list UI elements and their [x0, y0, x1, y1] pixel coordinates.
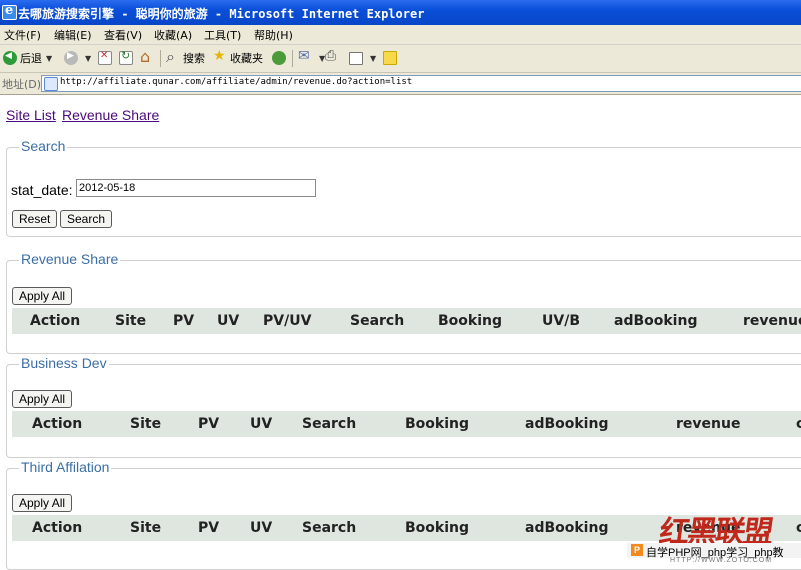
search-fieldset: Search stat_date: Reset Search: [6, 138, 801, 237]
apply-all-button[interactable]: Apply All: [12, 390, 73, 408]
column-header: revenue: [676, 416, 741, 432]
back-arrow-icon: [3, 51, 17, 65]
apply-all-button[interactable]: Apply All: [12, 287, 73, 305]
site-list-link[interactable]: Site List: [6, 107, 56, 123]
column-header: c: [796, 520, 801, 536]
business-dev-legend: Business Dev: [19, 355, 109, 371]
refresh-button[interactable]: [119, 49, 136, 67]
revenue-share-fieldset: Revenue Share Apply All Action Site PV U…: [6, 251, 801, 354]
window-title-bar[interactable]: 去哪旅游搜索引擎 - 聪明你的旅游 - Microsoft Internet E…: [0, 0, 801, 25]
column-header: Action: [32, 416, 83, 432]
column-header: Site: [130, 520, 162, 536]
column-header: PV/UV: [263, 313, 312, 329]
favorites-button[interactable]: 收藏夹: [213, 48, 263, 67]
home-icon: [140, 47, 154, 66]
search-label: 搜索: [183, 52, 205, 65]
column-header: Action: [32, 520, 83, 536]
forward-arrow-icon: [64, 51, 78, 65]
printer-icon: [325, 48, 339, 65]
reset-button[interactable]: Reset: [12, 210, 58, 228]
address-url[interactable]: http://affiliate.qunar.com/affiliate/adm…: [60, 77, 412, 87]
forward-button[interactable]: ▼: [64, 49, 91, 67]
column-header: Site: [115, 313, 147, 329]
column-header: Booking: [405, 520, 470, 536]
menu-help[interactable]: 帮助(H): [254, 27, 293, 43]
column-header: c: [796, 416, 801, 432]
address-input[interactable]: http://affiliate.qunar.com/affiliate/adm…: [41, 75, 801, 92]
address-label: 地址(D): [2, 78, 42, 91]
window-title: 去哪旅游搜索引擎 - 聪明你的旅游 - Microsoft Internet E…: [18, 7, 425, 21]
revenue-share-link[interactable]: Revenue Share: [62, 107, 159, 123]
menu-tools[interactable]: 工具(T): [204, 27, 241, 43]
column-header: Booking: [438, 313, 503, 329]
mail-icon: [298, 48, 312, 65]
stat-date-input[interactable]: [76, 179, 316, 197]
column-header: PV: [198, 416, 220, 432]
favorites-label: 收藏夹: [230, 52, 263, 65]
star-icon: [213, 48, 227, 65]
column-header: adBooking: [525, 520, 609, 536]
apply-all-button[interactable]: Apply All: [12, 494, 73, 512]
note-icon: [383, 51, 397, 65]
search-icon: [166, 47, 180, 67]
internet-explorer-icon: [2, 3, 17, 20]
column-header: UV: [250, 520, 273, 536]
column-header: PV: [173, 313, 195, 329]
column-header: Search: [350, 313, 405, 329]
back-label: 后退: [20, 52, 42, 65]
chevron-down-icon[interactable]: ▼: [46, 54, 52, 63]
column-header: Search: [302, 520, 357, 536]
toolbar: 后退 ▼ ▼ 搜索 收藏夹 ▼ ▼: [0, 45, 801, 73]
column-header: Search: [302, 416, 357, 432]
column-header: Action: [30, 313, 81, 329]
column-header: adBooking: [614, 313, 698, 329]
refresh-icon: [119, 49, 133, 65]
column-header: Booking: [405, 416, 470, 432]
toolbar-separator: [292, 50, 293, 67]
mail-button[interactable]: ▼: [298, 48, 325, 67]
table-header: Action Site PV UV Search Booking adBooki…: [12, 411, 801, 437]
column-header: PV: [198, 520, 220, 536]
menu-edit[interactable]: 编辑(E): [54, 27, 92, 43]
third-affilation-legend: Third Affilation: [19, 459, 112, 475]
page-content: Site List Revenue Share Search stat_date…: [0, 95, 801, 570]
edit-button[interactable]: ▼: [349, 49, 376, 67]
revenue-share-legend: Revenue Share: [19, 251, 121, 267]
stat-date-label: stat_date:: [11, 182, 73, 198]
stop-button[interactable]: [98, 49, 115, 67]
edit-icon: [349, 51, 363, 65]
history-icon: [272, 51, 286, 65]
column-header: Site: [130, 416, 162, 432]
back-button[interactable]: 后退 ▼: [3, 49, 52, 67]
discuss-button[interactable]: [383, 49, 400, 67]
print-button[interactable]: [325, 48, 342, 67]
stop-icon: [98, 50, 112, 65]
column-header: adBooking: [525, 416, 609, 432]
home-button[interactable]: [140, 47, 157, 67]
table-header: Action Site PV UV PV/UV Search Booking U…: [12, 308, 801, 334]
menu-bar: 文件(F) 编辑(E) 查看(V) 收藏(A) 工具(T) 帮助(H): [0, 25, 801, 45]
menu-view[interactable]: 查看(V): [104, 27, 142, 43]
history-button[interactable]: [272, 49, 289, 67]
toolbar-separator: [160, 50, 161, 67]
chevron-down-icon[interactable]: ▼: [370, 54, 376, 63]
page-icon: [44, 77, 58, 91]
chevron-down-icon[interactable]: ▼: [85, 54, 91, 63]
watermark-p-icon: P: [631, 544, 643, 556]
column-header: revenue: [743, 313, 801, 329]
column-header: UV: [250, 416, 273, 432]
search-legend: Search: [19, 138, 68, 154]
search-button[interactable]: Search: [60, 210, 113, 228]
address-bar: 地址(D) http://affiliate.qunar.com/affilia…: [0, 73, 801, 95]
column-header: UV: [217, 313, 240, 329]
search-button[interactable]: 搜索: [166, 47, 205, 67]
menu-file[interactable]: 文件(F): [4, 27, 41, 43]
column-header: UV/B: [542, 313, 580, 329]
business-dev-fieldset: Business Dev Apply All Action Site PV UV…: [6, 355, 801, 458]
menu-favorites[interactable]: 收藏(A): [154, 27, 192, 43]
